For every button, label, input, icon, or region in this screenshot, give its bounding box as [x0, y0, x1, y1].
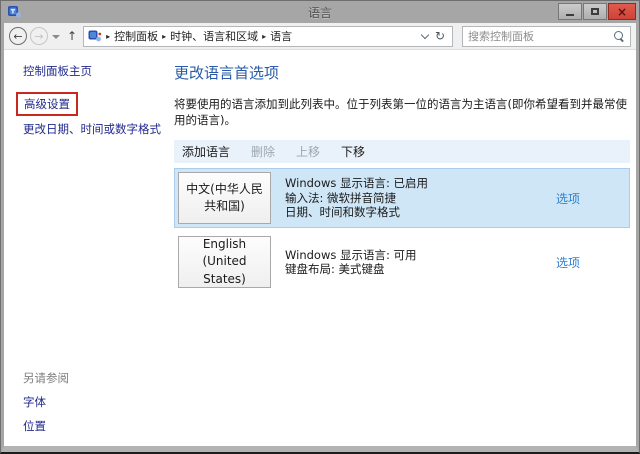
remove-button: 删除 [251, 143, 275, 160]
window-frame: ← → ↑ ▸ 控制面板 ▸ 时钟、语言和区域 ▸ 语言 [1, 23, 639, 452]
breadcrumb-clock-language-region[interactable]: 时钟、语言和区域 [170, 28, 258, 44]
search-input[interactable] [468, 30, 613, 43]
address-dropdown-icon[interactable] [421, 30, 429, 38]
detail-date-time-format: 日期、时间和数字格式 [285, 205, 556, 220]
page-description: 将要使用的语言添加到此列表中。位于列表第一位的语言为主语言(即你希望看到并最常使… [174, 96, 630, 128]
navigation-bar: ← → ↑ ▸ 控制面板 ▸ 时钟、语言和区域 ▸ 语言 [4, 23, 636, 50]
breadcrumb-control-panel[interactable]: 控制面板 [114, 28, 158, 44]
language-details: Windows 显示语言: 可用 键盘布局: 美式键盘 [285, 248, 556, 277]
minimize-icon [566, 14, 574, 16]
sidebar-item-change-date-time-formats[interactable]: 更改日期、时间或数字格式 [23, 121, 161, 137]
breadcrumb-separator-icon: ▸ [106, 32, 110, 41]
main-pane: 更改语言首选项 将要使用的语言添加到此列表中。位于列表第一位的语言为主语言(即你… [165, 50, 636, 446]
breadcrumb-separator-icon: ▸ [162, 32, 166, 41]
detail-display-language: Windows 显示语言: 已启用 [285, 176, 556, 191]
sidebar-item-location[interactable]: 位置 [23, 418, 161, 434]
sidebar-item-fonts[interactable]: 字体 [23, 394, 161, 410]
maximize-button[interactable] [583, 3, 607, 20]
close-button[interactable]: × [608, 3, 636, 20]
window-title: 语言 [1, 4, 639, 21]
language-control-panel-window: 语言 × ← → ↑ ▸ [0, 0, 640, 454]
titlebar: 语言 × [1, 1, 639, 23]
detail-keyboard-layout: 键盘布局: 美式键盘 [285, 262, 556, 277]
breadcrumb-language-icon [88, 30, 102, 43]
language-list: 中文(中华人民共和国) Windows 显示语言: 已启用 输入法: 微软拼音简… [174, 168, 630, 292]
sidebar: 控制面板主页 高级设置 更改日期、时间或数字格式 另请参阅 字体 位置 [4, 50, 165, 446]
breadcrumb-language[interactable]: 语言 [270, 28, 292, 44]
minimize-button[interactable] [558, 3, 582, 20]
search-box[interactable] [462, 26, 631, 47]
highlight-box: 高级设置 [16, 92, 78, 116]
detail-input-method: 输入法: 微软拼音简捷 [285, 191, 556, 206]
address-bar[interactable]: ▸ 控制面板 ▸ 时钟、语言和区域 ▸ 语言 ↻ [83, 26, 453, 47]
content-area: 控制面板主页 高级设置 更改日期、时间或数字格式 另请参阅 字体 位置 更改语言… [4, 50, 636, 446]
language-tile[interactable]: English (United States) [178, 236, 271, 288]
move-down-button[interactable]: 下移 [341, 143, 365, 160]
language-tile[interactable]: 中文(中华人民共和国) [178, 172, 271, 224]
back-button[interactable]: ← [9, 27, 27, 45]
maximize-icon [591, 8, 599, 15]
recent-pages-dropdown-icon[interactable] [52, 35, 60, 39]
sidebar-item-control-panel-home[interactable]: 控制面板主页 [23, 63, 161, 79]
refresh-icon[interactable]: ↻ [432, 29, 448, 43]
language-row-chinese[interactable]: 中文(中华人民共和国) Windows 显示语言: 已启用 输入法: 微软拼音简… [174, 168, 630, 228]
page-title: 更改语言首选项 [174, 62, 630, 83]
up-button[interactable]: ↑ [64, 29, 80, 43]
sidebar-spacer [23, 137, 161, 370]
breadcrumb-separator-icon: ▸ [262, 32, 266, 41]
forward-button[interactable]: → [30, 27, 48, 45]
see-also-heading: 另请参阅 [23, 370, 161, 386]
language-row-english[interactable]: English (United States) Windows 显示语言: 可用… [174, 232, 630, 292]
options-link-chinese[interactable]: 选项 [556, 190, 580, 207]
detail-display-language: Windows 显示语言: 可用 [285, 248, 556, 263]
window-controls: × [557, 3, 636, 20]
sidebar-item-advanced-settings[interactable]: 高级设置 [24, 97, 70, 111]
add-language-button[interactable]: 添加语言 [182, 143, 230, 160]
move-up-button: 上移 [296, 143, 320, 160]
options-link-english[interactable]: 选项 [556, 254, 580, 271]
language-details: Windows 显示语言: 已启用 输入法: 微软拼音简捷 日期、时间和数字格式 [285, 176, 556, 220]
search-icon[interactable] [613, 30, 625, 42]
language-list-toolbar: 添加语言 删除 上移 下移 [174, 140, 630, 163]
